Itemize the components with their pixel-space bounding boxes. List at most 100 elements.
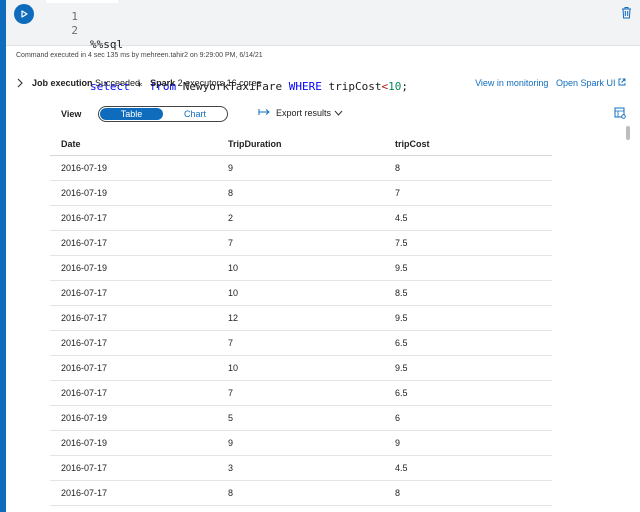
column-header-date[interactable]: Date	[61, 132, 81, 156]
line-number: 2	[71, 24, 78, 37]
table-settings-icon	[614, 107, 626, 119]
cell-date: 2016-07-17	[61, 238, 108, 248]
table-row: 2016-07-19 8 7	[50, 181, 552, 206]
cell-tripcost: 8.5	[395, 288, 408, 298]
cell-tripcost: 8	[395, 163, 401, 173]
column-header-tripduration[interactable]: TripDuration	[228, 132, 282, 156]
open-spark-ui-label: Open Spark UI	[555, 78, 616, 88]
scrollbar-thumb[interactable]	[626, 126, 630, 140]
cell-date: 2016-07-17	[61, 388, 108, 398]
tab-table[interactable]: Table	[100, 108, 163, 120]
cell-tripduration: 8	[228, 488, 234, 498]
cell-tripduration: 5	[228, 413, 234, 423]
play-icon	[21, 10, 28, 18]
line-numbers: 1 2	[58, 10, 78, 38]
notebook-frame: 1 2 %%sql select * from NewyorkTaxiFare …	[0, 0, 640, 512]
cell-tripcost: 9.5	[395, 263, 408, 273]
cell-tripduration: 10	[228, 363, 239, 373]
table-row: 2016-07-17 7 6.5	[50, 381, 552, 406]
cell-date: 2016-07-17	[61, 488, 108, 498]
cell-date: 2016-07-17	[61, 338, 108, 348]
job-status-value: Succeeded	[95, 78, 141, 88]
export-results-label: Export results	[276, 108, 332, 118]
table-header: Date TripDuration tripCost	[50, 132, 552, 156]
trash-icon	[622, 7, 631, 19]
cell-date: 2016-07-17	[61, 463, 108, 473]
cell-date: 2016-07-17	[61, 213, 108, 223]
job-status: Job execution Succeeded Spark 2 executor…	[32, 78, 261, 88]
cell-date: 2016-07-17	[61, 363, 108, 373]
view-label: View	[61, 109, 82, 119]
cell-tripcost: 4.5	[395, 463, 408, 473]
open-spark-ui-link[interactable]: Open Spark UI	[556, 78, 626, 88]
cell-date: 2016-07-19	[61, 263, 108, 273]
table-row: 2016-07-19 9 9	[50, 431, 552, 456]
spark-label: Spark	[150, 78, 176, 88]
cell-tripduration: 7	[228, 338, 234, 348]
cell-tripcost: 9.5	[395, 363, 408, 373]
delete-cell-button[interactable]	[621, 6, 632, 24]
cell-tripduration: 9	[228, 438, 234, 448]
table-row: 2016-07-17 8 8	[50, 481, 552, 506]
cell-tripduration: 3	[228, 463, 234, 473]
chevron-down-icon	[334, 110, 342, 116]
cell-tripduration: 7	[228, 238, 234, 248]
table-row: 2016-07-17 12 9.5	[50, 306, 552, 331]
view-toolbar: View Table Chart Export results	[0, 106, 640, 122]
cell-tripduration: 12	[228, 313, 239, 323]
cell-tripcost: 6	[395, 413, 401, 423]
view-in-monitoring-link[interactable]: View in monitoring	[475, 78, 548, 88]
cell-tripduration: 9	[228, 163, 234, 173]
view-toggle[interactable]: Table Chart	[98, 106, 228, 122]
table-row: 2016-07-19 10 9.5	[50, 256, 552, 281]
table-row: 2016-07-19 9 8	[50, 156, 552, 181]
table-row: 2016-07-17 7 7.5	[50, 231, 552, 256]
expand-job-button[interactable]	[16, 78, 24, 90]
cell-date: 2016-07-17	[61, 288, 108, 298]
table-body: 2016-07-19 9 8 2016-07-19 8 7 2016-07-17 2 4.5 20…	[50, 156, 552, 506]
code-line-1: %%sql	[90, 38, 408, 52]
table-row: 2016-07-17 7 6.5	[50, 331, 552, 356]
cell-tripcost: 8	[395, 488, 401, 498]
table-row: 2016-07-17 10 8.5	[50, 281, 552, 306]
cell-tripcost: 9.5	[395, 313, 408, 323]
table-row: 2016-07-17 10 9.5	[50, 356, 552, 381]
cell-tripcost: 9	[395, 438, 401, 448]
job-execution-row: Job execution Succeeded Spark 2 executor…	[0, 77, 640, 91]
cell-tripcost: 4.5	[395, 213, 408, 223]
external-link-icon	[618, 78, 626, 86]
execution-info: Command executed in 4 sec 135 ms by mehr…	[16, 52, 263, 59]
line-number: 1	[71, 10, 78, 23]
cell-tripduration: 2	[228, 213, 234, 223]
cell-date: 2016-07-19	[61, 438, 108, 448]
cell-tripcost: 6.5	[395, 388, 408, 398]
code-cell[interactable]: 1 2 %%sql select * from NewyorkTaxiFare …	[6, 0, 640, 93]
table-settings-button[interactable]	[614, 107, 626, 121]
job-execution-label: Job execution	[32, 78, 93, 88]
cell-date: 2016-07-19	[61, 163, 108, 173]
cell-tripcost: 7	[395, 188, 401, 198]
cell-tripduration: 8	[228, 188, 234, 198]
chevron-right-icon	[17, 78, 23, 88]
cell-date: 2016-07-17	[61, 313, 108, 323]
cell-tripduration: 10	[228, 263, 239, 273]
cell-top-tab	[46, 0, 118, 3]
spark-info: 2 executors 16 cores	[177, 78, 262, 88]
table-row: 2016-07-19 5 6	[50, 406, 552, 431]
table-row: 2016-07-17 3 4.5	[50, 456, 552, 481]
cell-tripcost: 6.5	[395, 338, 408, 348]
cell-tripcost: 7.5	[395, 238, 408, 248]
vertical-scrollbar[interactable]	[626, 126, 630, 512]
export-results-button[interactable]: Export results	[258, 108, 343, 118]
cell-tripduration: 7	[228, 388, 234, 398]
cell-date: 2016-07-19	[61, 188, 108, 198]
job-links: View in monitoring Open Spark UI	[475, 78, 626, 88]
run-cell-button[interactable]	[14, 4, 34, 24]
column-header-tripcost[interactable]: tripCost	[395, 132, 430, 156]
results-table: Date TripDuration tripCost 2016-07-19 9 8 2…	[50, 132, 552, 506]
magic-command: %%sql	[90, 38, 124, 51]
cell-date: 2016-07-19	[61, 413, 108, 423]
cell-tripduration: 10	[228, 288, 239, 298]
tab-chart[interactable]: Chart	[165, 108, 225, 120]
table-row: 2016-07-17 2 4.5	[50, 206, 552, 231]
